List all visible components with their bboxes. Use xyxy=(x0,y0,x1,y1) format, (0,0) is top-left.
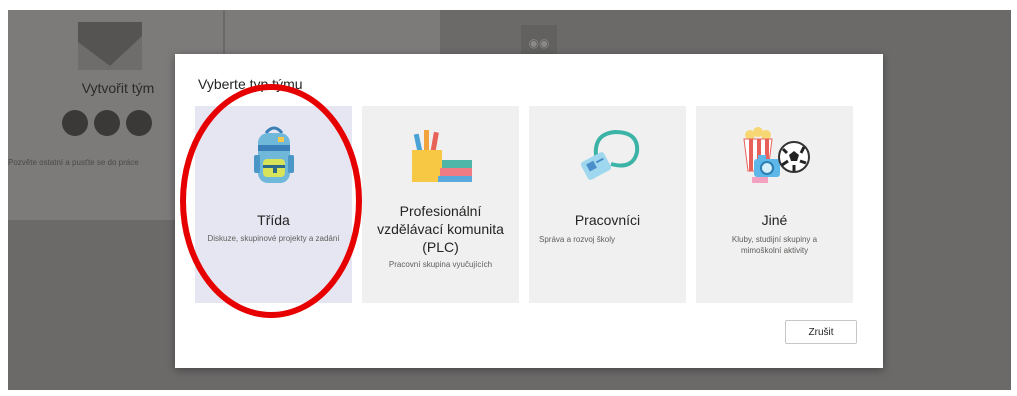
popcorn-camera-ball-icon xyxy=(696,116,853,196)
team-type-cards: Třída Diskuze, skupinové projekty a zadá… xyxy=(195,106,853,303)
avatar xyxy=(94,110,120,136)
create-team-subtitle: Pozvěte ostatní a pusťte se do práce xyxy=(8,158,139,167)
cancel-button[interactable]: Zrušit xyxy=(785,320,857,344)
card-description: Diskuze, skupinové projekty a zadání xyxy=(207,234,340,243)
card-description: Správa a rozvoj školy xyxy=(539,235,616,244)
card-title: Profesionální vzdělávací komunita (PLC) xyxy=(377,203,504,256)
team-type-card-class[interactable]: Třída Diskuze, skupinové projekty a zadá… xyxy=(195,106,352,303)
card-title: Třída xyxy=(257,212,290,228)
backpack-icon xyxy=(195,116,352,196)
dialog-title: Vyberte typ týmu xyxy=(198,76,303,92)
member-avatars xyxy=(62,110,152,136)
card-description: Kluby, studijní skupiny a mimoškolní akt… xyxy=(731,235,818,255)
card-description: Pracovní skupina vyučujících xyxy=(388,260,493,269)
team-type-dialog: Vyberte typ týmu Třída Diskuze, skupinov… xyxy=(175,54,883,368)
team-type-card-plc[interactable]: Profesionální vzdělávací komunita (PLC) … xyxy=(362,106,519,303)
team-type-card-other[interactable]: Jiné Kluby, studijní skupiny a mimoškoln… xyxy=(696,106,853,303)
avatar xyxy=(126,110,152,136)
lanyard-badge-icon xyxy=(529,116,686,196)
card-title: Pracovníci xyxy=(574,212,641,228)
teams-logo-icon xyxy=(78,22,142,70)
avatar xyxy=(62,110,88,136)
team-type-card-staff[interactable]: Pracovníci Správa a rozvoj školy xyxy=(529,106,686,303)
card-title: Jiné xyxy=(761,212,788,228)
create-team-title: Vytvořit tým xyxy=(81,80,155,96)
books-pencils-icon xyxy=(362,116,519,196)
